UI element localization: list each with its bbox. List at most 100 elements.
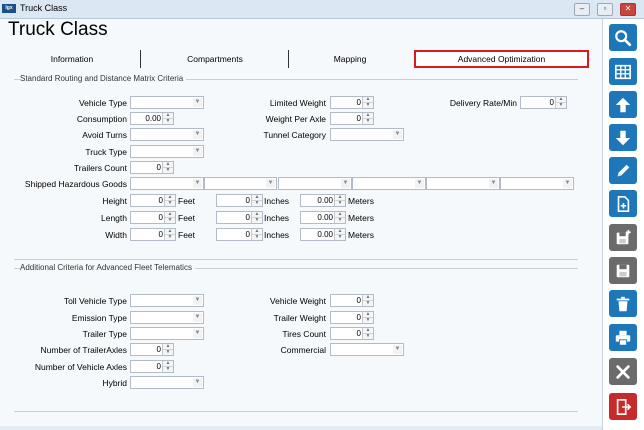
avoid-turns-select[interactable]: ▼ [130, 128, 204, 141]
move-up-button[interactable] [609, 91, 637, 118]
vehicle-type-select[interactable]: ▼ [130, 96, 204, 109]
chevron-down-icon: ▼ [341, 179, 350, 188]
hazardous-goods-label: Shipped Hazardous Goods [24, 179, 127, 189]
weight-per-axle-stepper[interactable]: 0 ▲ ▼ [330, 112, 374, 125]
commercial-label: Commercial [280, 345, 326, 355]
tab-compartments[interactable]: Compartments [150, 51, 280, 67]
minimize-button[interactable]: – [574, 3, 590, 16]
hybrid-select[interactable]: ▼ [130, 376, 204, 389]
height-feet-stepper[interactable]: 0 ▲ ▼ [130, 194, 176, 207]
search-icon [615, 29, 632, 46]
hazardous-goods-select-2[interactable]: ▼ [204, 177, 277, 190]
hazardous-goods-select-5[interactable]: ▼ [426, 177, 500, 190]
chevron-down-icon: ▼ [193, 378, 202, 387]
limited-weight-stepper[interactable]: 0 ▲ ▼ [330, 96, 374, 109]
length-feet-stepper[interactable]: 0 ▲ ▼ [130, 211, 176, 224]
emission-type-select[interactable]: ▼ [130, 311, 204, 324]
save-button[interactable] [609, 257, 637, 284]
length-meters-stepper[interactable]: 0.00 ▲ ▼ [300, 211, 346, 224]
width-feet-stepper[interactable]: 0 ▲ ▼ [130, 228, 176, 241]
spin-buttons[interactable]: ▲ ▼ [362, 113, 373, 124]
consumption-label: Consumption [76, 114, 127, 124]
number-vehicle-axles-stepper[interactable]: 0 ▲ ▼ [130, 360, 174, 373]
grid-icon [614, 64, 632, 79]
spin-buttons[interactable]: ▲ ▼ [334, 212, 345, 223]
height-feet-value: 0 [158, 196, 163, 205]
spin-buttons[interactable]: ▲ ▼ [251, 212, 262, 223]
spin-buttons[interactable]: ▲ ▼ [362, 312, 373, 323]
hybrid-label: Hybrid [102, 378, 127, 388]
spin-buttons[interactable]: ▲ ▼ [362, 295, 373, 306]
spin-buttons[interactable]: ▲ ▼ [334, 229, 345, 240]
spin-buttons[interactable]: ▲ ▼ [362, 97, 373, 108]
grid-view-button[interactable] [609, 58, 637, 85]
truck-type-label: Truck Type [85, 147, 127, 157]
tab-information[interactable]: Information [22, 51, 122, 67]
advanced-telematics-title: Additional Criteria for Advanced Fleet T… [20, 263, 195, 272]
chevron-down-icon: ▼ [193, 313, 202, 322]
delivery-rate-stepper[interactable]: 0 ▲ ▼ [520, 96, 567, 109]
edit-button[interactable] [609, 157, 637, 184]
spin-buttons[interactable]: ▲ ▼ [162, 361, 173, 372]
save-icon [616, 264, 630, 277]
spin-buttons[interactable]: ▲ ▼ [164, 212, 175, 223]
tab-mapping[interactable]: Mapping [300, 51, 400, 67]
spin-down-icon: ▼ [165, 366, 171, 372]
commercial-select[interactable]: ▼ [330, 343, 404, 356]
hazardous-goods-select-1[interactable]: ▼ [130, 177, 204, 190]
delete-button[interactable] [609, 290, 637, 317]
tab-advanced-optimization[interactable]: Advanced Optimization [414, 50, 589, 68]
spin-down-icon: ▼ [365, 333, 371, 339]
close-window-button[interactable]: ✕ [620, 3, 636, 16]
truck-type-select[interactable]: ▼ [130, 145, 204, 158]
height-inches-stepper[interactable]: 0 ▲ ▼ [216, 194, 263, 207]
height-inches-value: 0 [245, 196, 250, 205]
height-meters-value: 0.00 [317, 196, 333, 205]
chevron-down-icon: ▼ [393, 345, 402, 354]
tires-count-stepper[interactable]: 0 ▲ ▼ [330, 327, 374, 340]
tunnel-category-select[interactable]: ▼ [330, 128, 404, 141]
new-document-button[interactable] [609, 190, 637, 217]
trailers-count-stepper[interactable]: 0 ▲ ▼ [130, 161, 174, 174]
spin-buttons[interactable]: ▲ ▼ [162, 344, 173, 355]
feet-unit-label: Feet [178, 230, 196, 240]
exit-button[interactable] [609, 393, 637, 420]
cancel-button[interactable] [609, 358, 637, 385]
consumption-stepper[interactable]: 0.00 ▲ ▼ [130, 112, 174, 125]
number-trailer-axles-stepper[interactable]: 0 ▲ ▼ [130, 343, 174, 356]
toll-vehicle-type-select[interactable]: ▼ [130, 294, 204, 307]
spin-buttons[interactable]: ▲ ▼ [164, 229, 175, 240]
trailer-type-select[interactable]: ▼ [130, 327, 204, 340]
spin-buttons[interactable]: ▲ ▼ [251, 229, 262, 240]
height-meters-stepper[interactable]: 0.00 ▲ ▼ [300, 194, 346, 207]
save-new-button[interactable] [609, 224, 637, 251]
spin-down-icon: ▼ [365, 317, 371, 323]
exit-door-icon [616, 398, 632, 415]
new-document-icon [617, 195, 630, 212]
spin-buttons[interactable]: ▲ ▼ [162, 113, 173, 124]
move-down-button[interactable] [609, 124, 637, 151]
spin-buttons[interactable]: ▲ ▼ [555, 97, 566, 108]
hazardous-goods-select-4[interactable]: ▼ [352, 177, 426, 190]
spin-buttons[interactable]: ▲ ▼ [362, 328, 373, 339]
spin-buttons[interactable]: ▲ ▼ [162, 162, 173, 173]
hazardous-goods-select-3[interactable]: ▼ [278, 177, 352, 190]
chevron-down-icon: ▼ [193, 329, 202, 338]
width-meters-stepper[interactable]: 0.00 ▲ ▼ [300, 228, 346, 241]
inches-unit-label: Inches [264, 230, 290, 240]
print-button[interactable] [609, 324, 637, 351]
arrow-up-icon [615, 97, 631, 112]
spin-buttons[interactable]: ▲ ▼ [251, 195, 262, 206]
page-title: Truck Class [8, 19, 108, 40]
tunnel-category-label: Tunnel Category [263, 130, 326, 140]
width-inches-stepper[interactable]: 0 ▲ ▼ [216, 228, 263, 241]
length-inches-stepper[interactable]: 0 ▲ ▼ [216, 211, 263, 224]
spin-buttons[interactable]: ▲ ▼ [334, 195, 345, 206]
restore-button[interactable]: ▫ [597, 3, 613, 16]
search-button[interactable] [609, 24, 637, 51]
meters-unit-label: Meters [348, 213, 374, 223]
spin-buttons[interactable]: ▲ ▼ [164, 195, 175, 206]
hazardous-goods-select-6[interactable]: ▼ [500, 177, 574, 190]
trailer-weight-stepper[interactable]: 0 ▲ ▼ [330, 311, 374, 324]
vehicle-weight-stepper[interactable]: 0 ▲ ▼ [330, 294, 374, 307]
